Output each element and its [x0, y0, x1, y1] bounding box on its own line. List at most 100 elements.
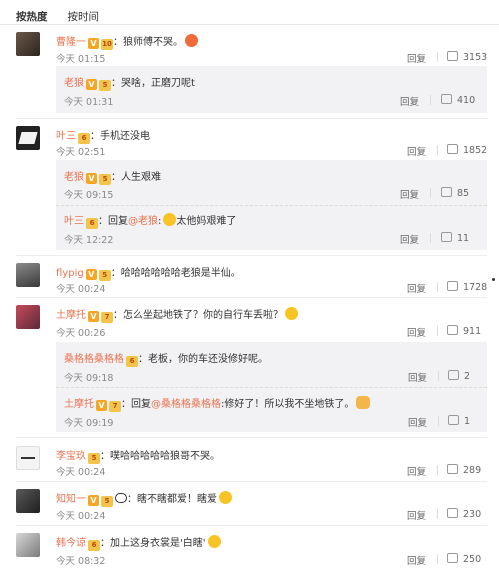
avatar[interactable]	[16, 305, 40, 329]
action-separator	[437, 326, 438, 336]
username-link[interactable]: flypig	[56, 268, 84, 279]
username-link[interactable]: 韩今谅	[56, 538, 86, 549]
comment-text: 土摩托 V 7 ：怎么坐起地铁了？你的自行车丢啦？	[56, 306, 298, 323]
reply-button[interactable]: 回复	[408, 370, 427, 384]
username-link[interactable]: 老狼	[64, 78, 84, 89]
avatar[interactable]	[16, 489, 40, 513]
reply-text: 老狼 V 5 ：人生艰难	[64, 168, 161, 185]
comment-body: ：怎么坐起地铁了？你的自行车丢啦？	[113, 310, 283, 321]
level-badge-icon: 6	[126, 356, 138, 367]
action-separator	[437, 52, 438, 62]
reply-button[interactable]: 回复	[407, 281, 426, 295]
reply-button[interactable]: 回复	[407, 464, 426, 478]
avatar[interactable]	[16, 446, 40, 470]
username-link[interactable]: 叶三	[56, 131, 76, 142]
reply-button[interactable]: 回复	[407, 508, 426, 522]
reply-button[interactable]: 回复	[400, 187, 419, 201]
reply-button[interactable]: 回复	[407, 144, 426, 158]
like-button[interactable]: 1852	[447, 144, 487, 156]
action-separator	[437, 554, 438, 564]
thumbs-up-icon	[447, 281, 458, 291]
like-button[interactable]: 11	[441, 232, 469, 244]
reply-button[interactable]: 回复	[408, 415, 427, 429]
tab-underline	[0, 24, 499, 25]
level-badge-icon: 7	[101, 312, 113, 323]
reply-body: 太他妈艰难了	[176, 216, 237, 227]
action-separator	[430, 188, 431, 198]
action-separator	[437, 282, 438, 292]
thumbs-up-icon	[447, 464, 458, 474]
like-button[interactable]: 410	[441, 94, 475, 106]
comment-time: 今天 00:24	[56, 511, 106, 522]
reply-text: 土摩托 V 7 ：回复@桑格格桑格格:修好了！所以我不坐地铁了。	[64, 395, 371, 412]
action-separator	[430, 233, 431, 243]
avatar[interactable]	[16, 263, 40, 287]
tab-by-popularity[interactable]: 按热度	[16, 9, 48, 25]
avatar[interactable]	[16, 32, 40, 56]
comment-time: 今天 08:32	[56, 556, 106, 567]
reply-text: 老狼 V 5 ：哭啥，正磨刀呢t	[64, 74, 195, 91]
reply-text: 叶三 6 ：回复@老狼: 太他妈艰难了	[64, 212, 236, 229]
panda-icon	[115, 493, 127, 503]
thumbs-up-icon	[448, 370, 459, 380]
like-button[interactable]: 230	[447, 508, 481, 520]
username-link[interactable]: 桑格格桑格格	[64, 354, 124, 365]
mention-link[interactable]: @桑格格桑格格	[151, 399, 221, 410]
thumbs-up-icon	[441, 232, 452, 242]
username-link[interactable]: 叶三	[64, 216, 84, 227]
level-badge-icon: 6	[86, 218, 98, 229]
username-link[interactable]: 知知一	[56, 494, 86, 505]
sort-tabs: 按热度 按时间	[16, 9, 99, 25]
comment-text: flypig V 5 ：哈哈哈哈哈哈老狼是半仙。	[56, 264, 241, 281]
username-link[interactable]: 土摩托	[56, 310, 86, 321]
thumbs-up-icon	[447, 51, 458, 61]
like-count: 250	[463, 554, 482, 565]
username-link[interactable]: 李宝玖	[56, 451, 86, 462]
strong-arm-emoji	[356, 396, 371, 409]
level-badge-icon: 5	[99, 80, 111, 91]
comment-divider	[16, 118, 487, 119]
reply-time: 今天 09:19	[64, 418, 114, 429]
reply-button[interactable]: 回复	[400, 94, 419, 108]
like-count: 289	[463, 465, 482, 476]
grin-emoji	[219, 491, 232, 504]
level-badge-icon: 6	[88, 540, 100, 551]
mention-link[interactable]: @老狼	[128, 216, 158, 227]
username-link[interactable]: 曹隆一	[56, 37, 86, 48]
like-count: 1	[464, 416, 471, 427]
verified-badge-icon: V	[86, 173, 97, 184]
reply-button[interactable]: 回复	[400, 232, 419, 246]
reply-time: 今天 09:18	[64, 373, 114, 384]
like-count: 11	[457, 233, 470, 244]
action-separator	[438, 416, 439, 426]
reply-thread: 桑格格桑格格 6 ：老板，你的车还没修好呢。 今天 09:18 回复 2 土摩托 V 7…	[56, 342, 487, 432]
like-button[interactable]: 289	[447, 464, 481, 476]
like-button[interactable]: 250	[447, 553, 481, 565]
like-count: 911	[463, 326, 482, 337]
comment-divider	[16, 255, 487, 256]
comment-text: 李宝玖 5 ：噗哈哈哈哈哈狼哥不哭。	[56, 447, 220, 464]
comment-text: 叶三 6 ：手机还没电	[56, 127, 150, 144]
reply-button[interactable]: 回复	[407, 553, 426, 567]
like-button[interactable]: 2	[448, 370, 470, 382]
comment-time: 今天 00:24	[56, 284, 106, 295]
avatar[interactable]	[16, 126, 40, 150]
username-link[interactable]: 老狼	[64, 172, 84, 183]
level-badge-icon: 7	[109, 401, 121, 412]
reply-button[interactable]: 回复	[407, 51, 426, 65]
like-button[interactable]: 1728	[447, 281, 487, 293]
shock-emoji	[207, 535, 221, 548]
like-button[interactable]: 3153	[447, 51, 487, 63]
comment-body: ：瞎不瞎都爱！瞎爱	[127, 494, 217, 505]
reply-time: 今天 09:15	[64, 190, 114, 201]
like-button[interactable]: 1	[448, 415, 470, 427]
like-button[interactable]: 911	[447, 325, 481, 337]
tab-by-time[interactable]: 按时间	[68, 9, 100, 25]
username-link[interactable]: 土摩托	[64, 399, 94, 410]
like-button[interactable]: 85	[441, 187, 469, 199]
like-count: 85	[457, 188, 470, 199]
avatar[interactable]	[16, 533, 40, 557]
level-badge-icon: 10	[101, 39, 113, 50]
reply-button[interactable]: 回复	[407, 325, 426, 339]
comment-divider	[16, 481, 487, 482]
